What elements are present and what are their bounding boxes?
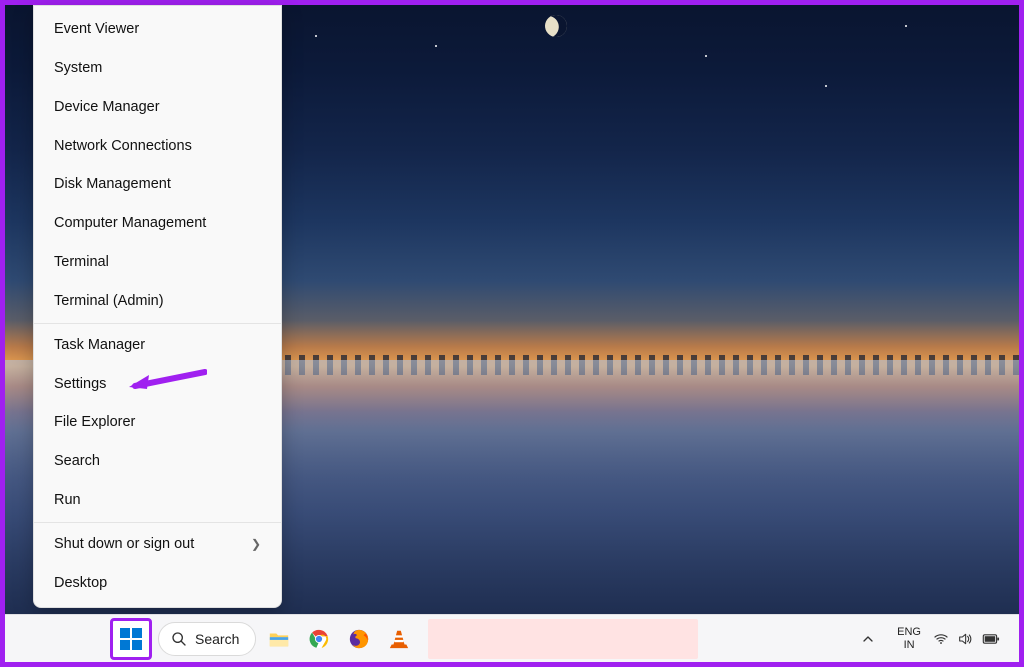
chevron-up-icon [860, 631, 876, 647]
menu-item-device-manager[interactable]: Device Manager [34, 88, 281, 127]
start-button[interactable] [110, 618, 152, 660]
menu-item-search[interactable]: Search [34, 442, 281, 481]
battery-icon [981, 632, 1001, 646]
volume-icon [957, 631, 973, 647]
tray-overflow-button[interactable] [851, 622, 885, 656]
firefox-icon [348, 628, 370, 650]
menu-item-computer-management[interactable]: Computer Management [34, 204, 281, 243]
search-button[interactable]: Search [158, 622, 256, 656]
chrome-button[interactable] [302, 622, 336, 656]
menu-separator [34, 323, 281, 324]
menu-item-terminal[interactable]: Terminal [34, 243, 281, 282]
system-tray[interactable] [933, 631, 1001, 647]
menu-item-file-explorer[interactable]: File Explorer [34, 403, 281, 442]
wifi-icon [933, 631, 949, 647]
vlc-icon [388, 628, 410, 650]
power-user-menu: Event Viewer System Device Manager Netwo… [33, 5, 282, 608]
taskbar: Search [5, 614, 1019, 662]
chrome-icon [308, 628, 330, 650]
menu-item-desktop[interactable]: Desktop [34, 564, 281, 603]
file-explorer-icon [268, 628, 290, 650]
menu-item-shutdown[interactable]: Shut down or sign out ❯ [34, 525, 281, 564]
search-icon [171, 631, 187, 647]
search-label: Search [195, 631, 239, 647]
menu-item-event-viewer[interactable]: Event Viewer [34, 10, 281, 49]
menu-separator [34, 522, 281, 523]
menu-item-system[interactable]: System [34, 49, 281, 88]
file-explorer-button[interactable] [262, 622, 296, 656]
chevron-right-icon: ❯ [251, 537, 261, 553]
vlc-button[interactable] [382, 622, 416, 656]
taskbar-highlight-region [428, 619, 698, 659]
menu-item-run[interactable]: Run [34, 481, 281, 520]
menu-item-terminal-admin[interactable]: Terminal (Admin) [34, 282, 281, 321]
windows-logo-icon [120, 628, 142, 650]
language-indicator[interactable]: ENG IN [897, 626, 921, 650]
menu-item-task-manager[interactable]: Task Manager [34, 326, 281, 365]
menu-item-network-connections[interactable]: Network Connections [34, 127, 281, 166]
menu-item-settings[interactable]: Settings [34, 365, 281, 404]
menu-item-disk-management[interactable]: Disk Management [34, 165, 281, 204]
firefox-button[interactable] [342, 622, 376, 656]
